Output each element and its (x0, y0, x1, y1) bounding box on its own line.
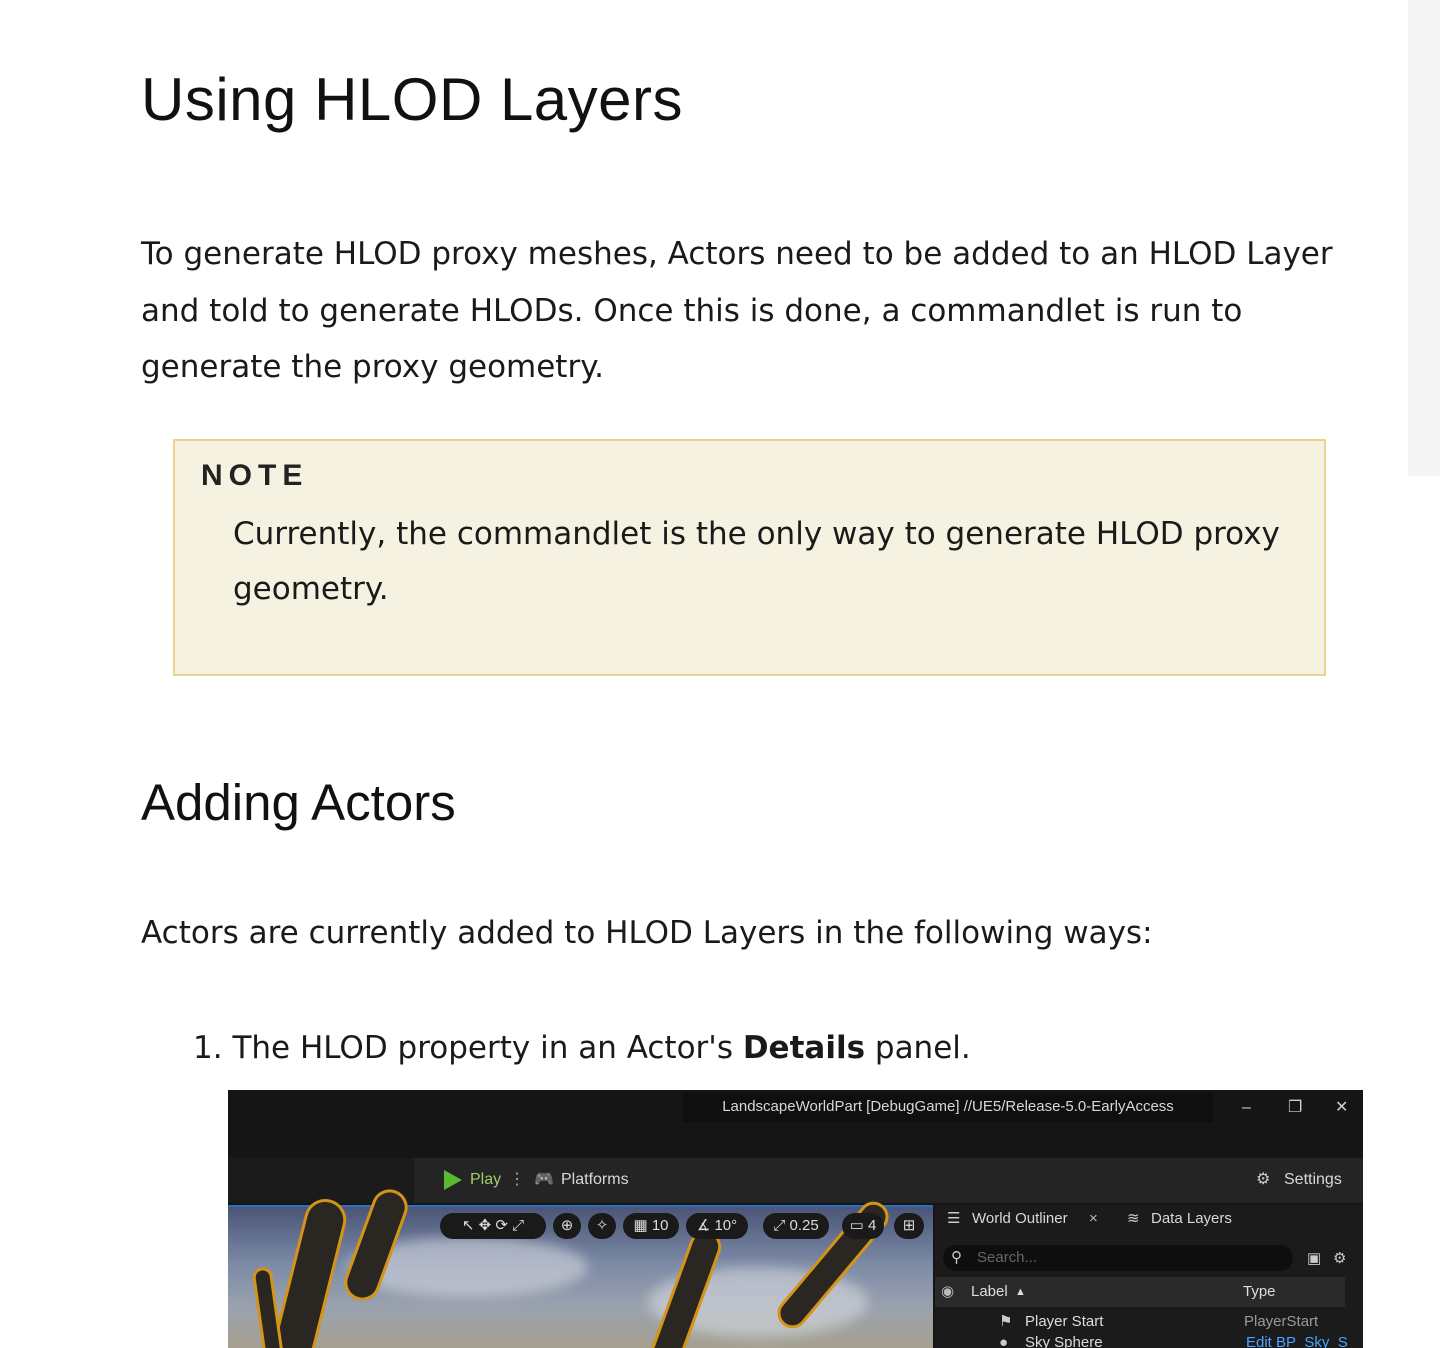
outliner-column-header: ◉ Label ▲ Type (935, 1277, 1345, 1307)
list-item: 1. The HLOD property in an Actor's Detai… (193, 1020, 971, 1076)
world-outliner-panel: ☰ World Outliner × ≋ Data Layers ⚲ Searc… (935, 1205, 1363, 1348)
list-number: 1. (193, 1030, 223, 1066)
page-title: Using HLOD Layers (141, 66, 684, 133)
close-tab-icon[interactable]: × (1089, 1209, 1098, 1229)
play-options-icon[interactable]: ⋮ (509, 1170, 525, 1190)
grid-snap-button[interactable]: ▦ 10 (623, 1213, 679, 1239)
sort-ascending-icon: ▲ (1015, 1286, 1026, 1298)
note-callout: NOTE Currently, the commandlet is the on… (173, 439, 1326, 676)
scale-snap-button[interactable]: ⤢ 0.25 (763, 1213, 829, 1239)
outliner-icon: ☰ (947, 1210, 961, 1227)
tree-branch[interactable] (251, 1266, 285, 1348)
minimize-icon[interactable]: – (1242, 1098, 1251, 1118)
visibility-eye-icon[interactable]: ◉ (941, 1282, 954, 1302)
viewport-layout-icon[interactable]: ⊞ (894, 1213, 924, 1239)
tab-world-outliner[interactable]: World Outliner (972, 1209, 1068, 1229)
row-type: PlayerStart (1244, 1313, 1319, 1330)
list-text-after: panel. (865, 1030, 971, 1066)
camera-speed-button[interactable]: ▭ 4 (842, 1213, 884, 1239)
camera-speed-value: 4 (868, 1217, 877, 1234)
row-type-link[interactable]: Edit BP_Sky_S (1246, 1333, 1348, 1348)
play-button[interactable]: Play (470, 1170, 501, 1190)
note-label: NOTE (201, 459, 309, 492)
restore-icon[interactable]: ❐ (1288, 1098, 1302, 1118)
gear-icon: ⚙ (1256, 1171, 1271, 1188)
globe-icon[interactable]: ⊕ (553, 1213, 581, 1239)
list-bold-term: Details (742, 1030, 866, 1066)
list-text-before: The HLOD property in an Actor's (232, 1030, 743, 1066)
editor-screenshot: LandscapeWorldPart [DebugGame] //UE5/Rel… (228, 1090, 1363, 1348)
rotation-snap-button[interactable]: ∡ 10° (686, 1213, 748, 1239)
editor-titlebar: LandscapeWorldPart [DebugGame] //UE5/Rel… (228, 1090, 1363, 1158)
search-icon: ⚲ (951, 1249, 962, 1266)
section-title: Adding Actors (141, 774, 456, 831)
intro-paragraph: To generate HLOD proxy meshes, Actors ne… (141, 236, 1333, 385)
row-label: Sky Sphere (1025, 1334, 1103, 1348)
level-viewport[interactable]: ↖ ✥ ⟳ ⤢ ⊕ ✧ ▦ 10 ∡ 10° ⤢ 0.25 ▭ 4 ⊞ (228, 1184, 933, 1348)
window-title: LandscapeWorldPart [DebugGame] //UE5/Rel… (682, 1092, 1214, 1122)
sphere-icon: ● (999, 1334, 1009, 1348)
search-placeholder: Search... (977, 1249, 1038, 1266)
column-type[interactable]: Type (1243, 1282, 1276, 1302)
transform-tools[interactable]: ↖ ✥ ⟳ ⤢ (440, 1213, 546, 1239)
scrollbar-track[interactable] (1408, 0, 1440, 476)
tree-branch[interactable] (267, 1194, 351, 1348)
settings-button[interactable]: Settings (1284, 1170, 1342, 1190)
close-icon[interactable]: ✕ (1335, 1098, 1348, 1118)
platforms-icon: 🎮 (534, 1171, 554, 1188)
play-icon[interactable] (444, 1170, 462, 1190)
grid-snap-value: 10 (651, 1217, 669, 1234)
add-folder-icon[interactable]: ▣ (1307, 1249, 1321, 1269)
platforms-button[interactable]: Platforms (561, 1170, 629, 1190)
column-label[interactable]: Label (971, 1282, 1008, 1302)
tab-data-layers[interactable]: Data Layers (1151, 1209, 1232, 1229)
rotation-snap-value: 10° (714, 1217, 738, 1234)
row-label: Player Start (1025, 1313, 1104, 1330)
scale-snap-value: 0.25 (789, 1217, 819, 1234)
section-intro: Actors are currently added to HLOD Layer… (141, 915, 1153, 951)
outliner-search-input[interactable]: ⚲ Search... (943, 1245, 1293, 1271)
layers-icon: ≋ (1127, 1210, 1140, 1227)
note-text: Currently, the commandlet is the only wa… (233, 516, 1280, 607)
surface-snap-icon[interactable]: ✧ (588, 1213, 616, 1239)
player-start-icon: ⚑ (999, 1313, 1013, 1330)
outliner-settings-icon[interactable]: ⚙ (1333, 1249, 1346, 1269)
